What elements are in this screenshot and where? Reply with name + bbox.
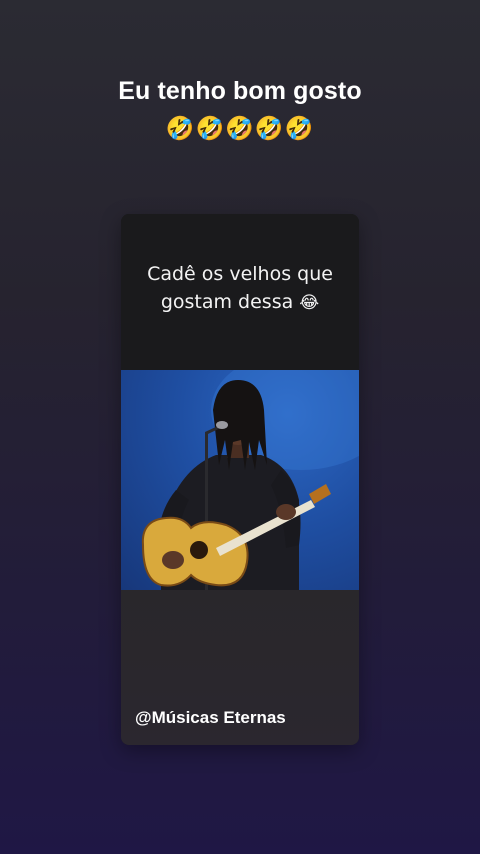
post-text-line-2-words: gostam dessa	[160, 291, 294, 313]
post-text-line-1: Cadê os velhos que	[147, 263, 333, 285]
post-footer: @Músicas Eternas	[121, 590, 359, 745]
account-watermark: @Músicas Eternas	[135, 708, 286, 727]
post-text-line-2: gostam dessa 😂	[121, 288, 359, 317]
video-thumbnail[interactable]	[121, 370, 359, 590]
laughing-emoji-icon: 😂	[299, 293, 320, 313]
caption-emojis: 🤣🤣🤣🤣🤣	[165, 115, 315, 141]
post-text: Cadê os velhos que gostam dessa 😂	[121, 260, 359, 317]
story-caption: Eu tenho bom gosto 🤣🤣🤣🤣🤣	[0, 74, 480, 144]
shared-post-card[interactable]: Cadê os velhos que gostam dessa 😂 @Músic…	[121, 214, 359, 745]
caption-title: Eu tenho bom gosto	[118, 77, 362, 105]
guitarist-video-frame	[141, 370, 359, 590]
post-text-area: Cadê os velhos que gostam dessa 😂	[121, 214, 359, 370]
